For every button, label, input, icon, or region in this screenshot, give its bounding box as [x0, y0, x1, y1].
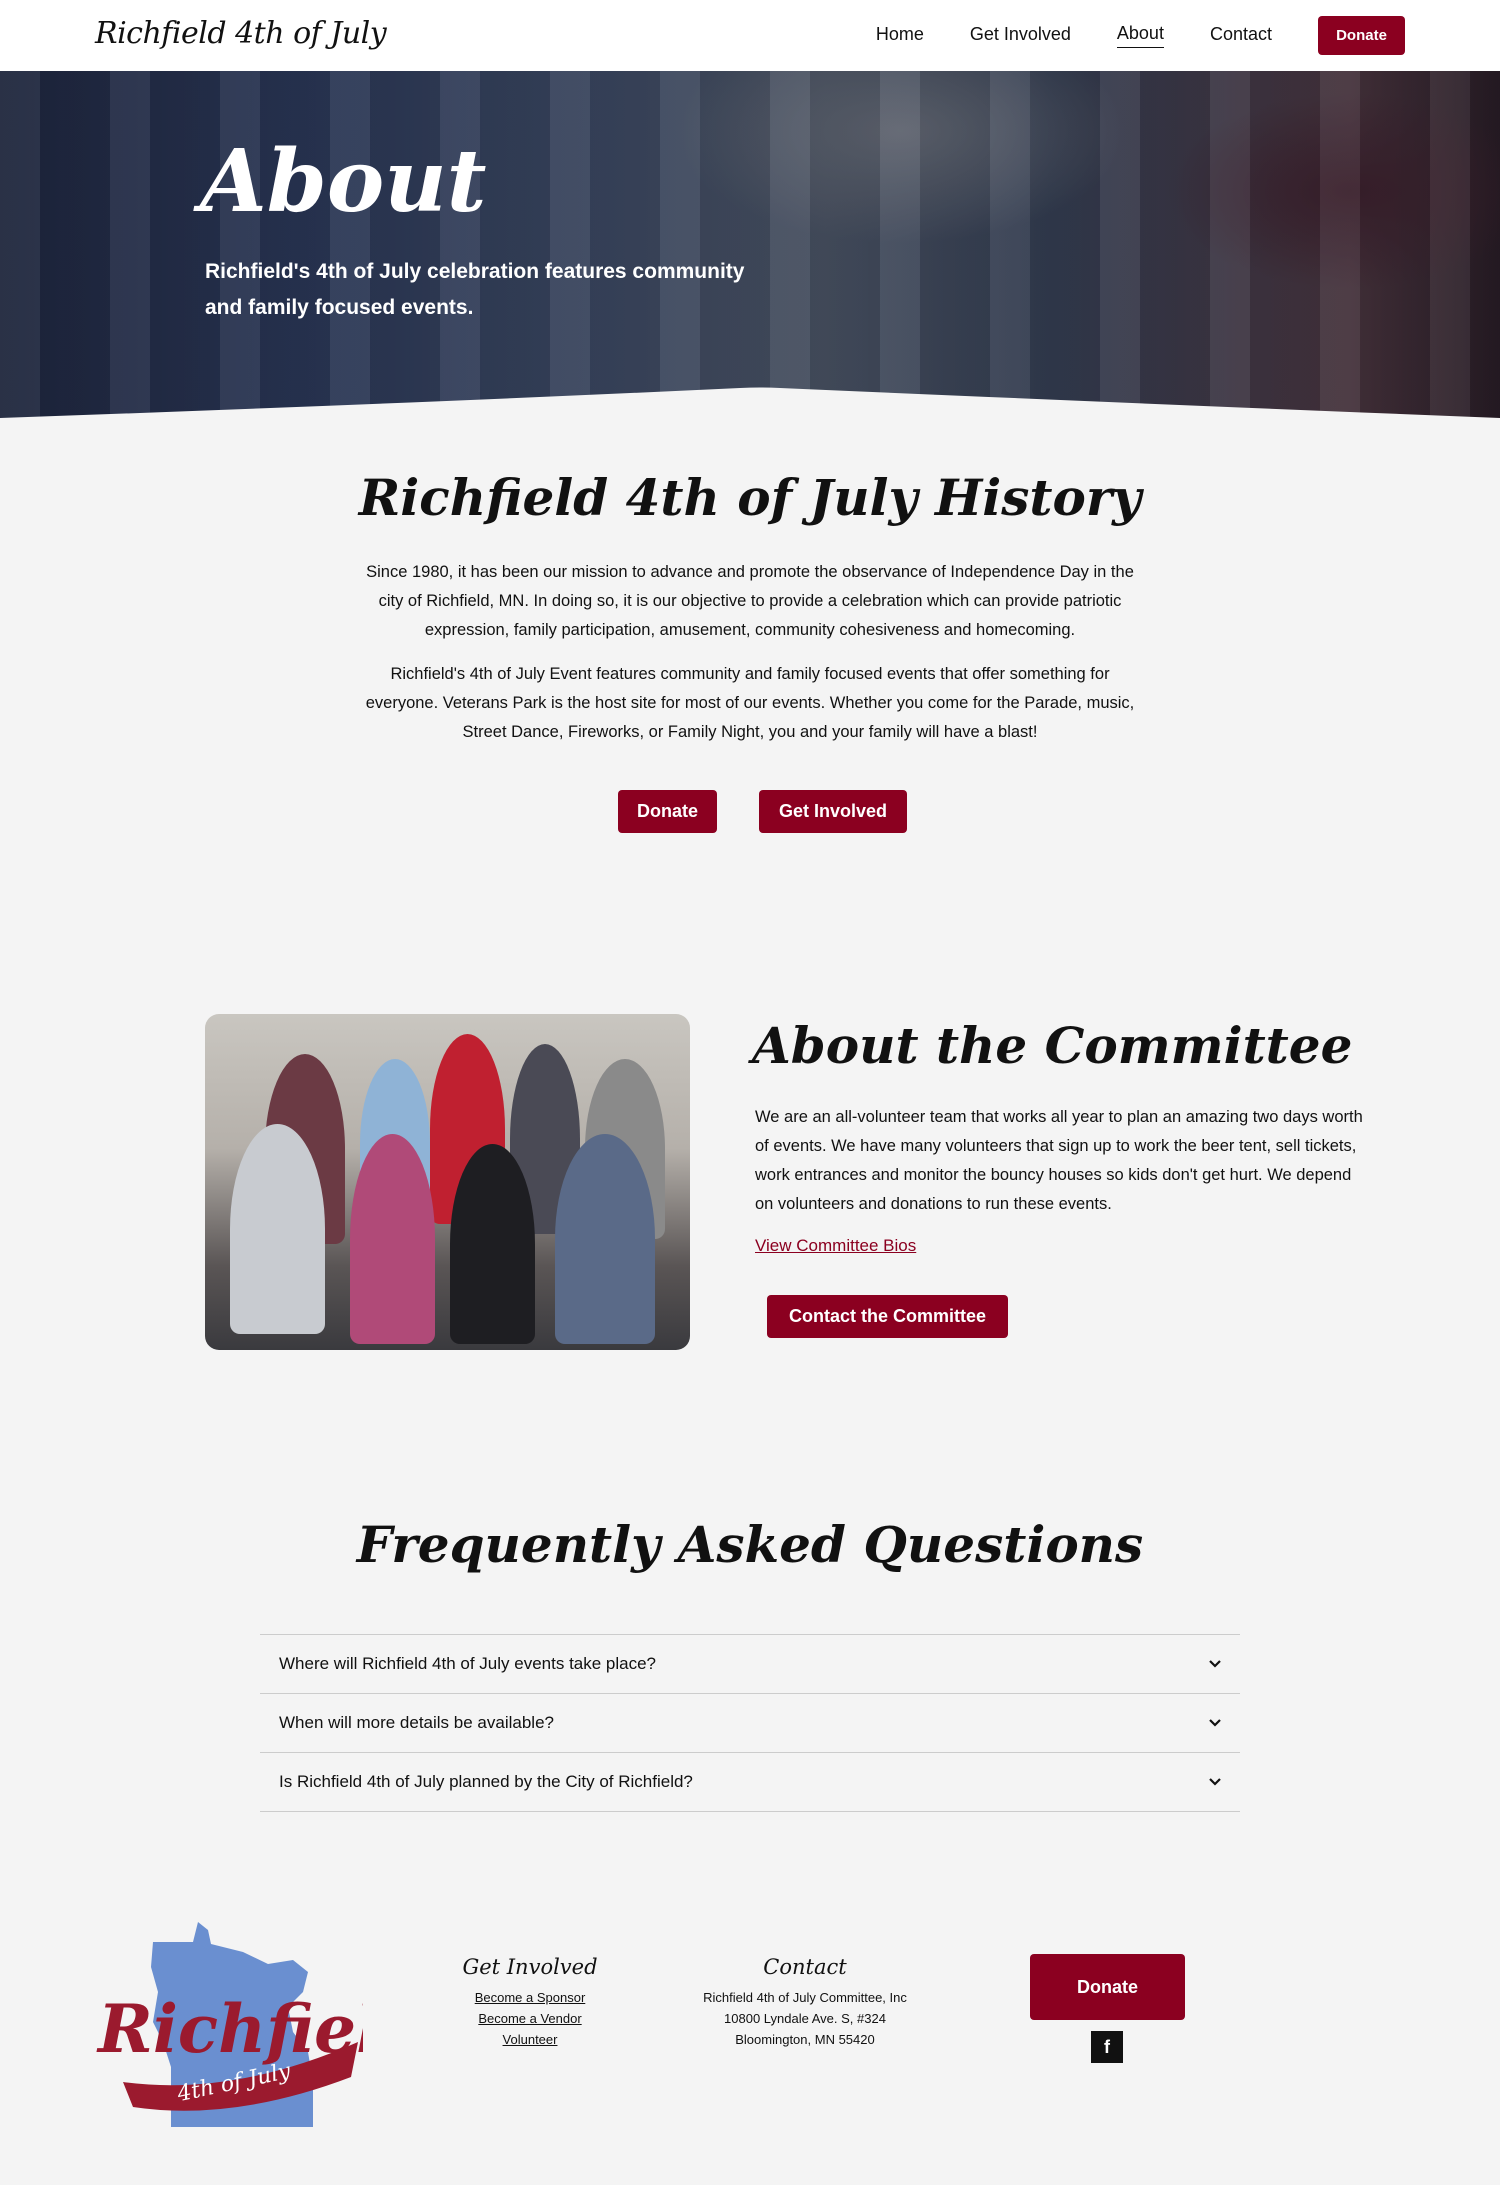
footer-become-vendor-link[interactable]: Become a Vendor — [430, 2008, 630, 2029]
footer-get-involved-title: Get Involved — [462, 1955, 598, 1979]
contact-committee-button[interactable]: Contact the Committee — [767, 1295, 1008, 1338]
faq-item[interactable]: When will more details be available? — [260, 1694, 1240, 1753]
footer-contact-line: Richfield 4th of July Committee, Inc — [703, 1990, 907, 2005]
footer-get-involved: Get Involved Become a Sponsor Become a V… — [430, 1955, 630, 2050]
brand-logo[interactable]: Richfield 4th of July — [95, 16, 387, 51]
hero-subtitle: Richfield's 4th of July celebration feat… — [205, 260, 745, 319]
facebook-icon[interactable]: f — [1091, 2031, 1123, 2063]
history-body: Since 1980, it has been our mission to a… — [360, 558, 1140, 762]
minnesota-logo[interactable]: Richfield 4th of July — [93, 1922, 363, 2130]
faq-item[interactable]: Is Richfield 4th of July planned by the … — [260, 1753, 1240, 1812]
photo-person — [230, 1124, 325, 1334]
faq-question: Where will Richfield 4th of July events … — [279, 1654, 657, 1673]
footer-volunteer-link[interactable]: Volunteer — [430, 2029, 630, 2050]
history-title: Richfield 4th of July History — [358, 468, 1142, 527]
footer-donate-button[interactable]: Donate — [1030, 1954, 1185, 2020]
faq-question: Is Richfield 4th of July planned by the … — [279, 1772, 693, 1791]
photo-person — [450, 1144, 535, 1344]
photo-person — [555, 1134, 655, 1344]
nav-contact[interactable]: Contact — [1210, 24, 1272, 48]
hero-wave-divider — [0, 387, 1500, 424]
footer-contact-line: Bloomington, MN 55420 — [735, 2032, 875, 2047]
chevron-down-icon — [1209, 1719, 1221, 1727]
footer-contact: Contact Richfield 4th of July Committee,… — [680, 1955, 930, 2050]
committee-title: About the Committee — [752, 1016, 1353, 1075]
chevron-down-icon — [1209, 1660, 1221, 1668]
nav-donate-button[interactable]: Donate — [1318, 16, 1405, 55]
chevron-down-icon — [1209, 1778, 1221, 1786]
history-donate-button[interactable]: Donate — [618, 790, 717, 833]
committee-photo — [205, 1014, 690, 1350]
nav-home[interactable]: Home — [876, 24, 924, 48]
view-committee-bios-link[interactable]: View Committee Bios — [755, 1236, 916, 1256]
footer-contact-line: 10800 Lyndale Ave. S, #324 — [724, 2011, 886, 2026]
committee-body: We are an all-volunteer team that works … — [755, 1108, 1363, 1213]
hero-background-image — [0, 71, 1500, 421]
faq-item[interactable]: Where will Richfield 4th of July events … — [260, 1635, 1240, 1694]
top-nav: Richfield 4th of July Home Get Involved … — [0, 0, 1500, 71]
nav-links: Home Get Involved About Contact Donate — [876, 0, 1500, 71]
hero-title: About — [200, 131, 487, 232]
faq-list: Where will Richfield 4th of July events … — [260, 1634, 1240, 1812]
faq-title: Frequently Asked Questions — [356, 1515, 1144, 1574]
faq-question: When will more details be available? — [279, 1713, 554, 1732]
history-paragraph-2: Richfield's 4th of July Event features c… — [365, 665, 1135, 741]
hero-banner: About Richfield's 4th of July celebratio… — [0, 71, 1500, 421]
footer-become-sponsor-link[interactable]: Become a Sponsor — [430, 1987, 630, 2008]
history-paragraph-1: Since 1980, it has been our mission to a… — [366, 563, 1134, 639]
history-get-involved-button[interactable]: Get Involved — [759, 790, 907, 833]
nav-get-involved[interactable]: Get Involved — [970, 24, 1071, 48]
footer-contact-title: Contact — [763, 1955, 847, 1979]
photo-person — [350, 1134, 435, 1344]
nav-about[interactable]: About — [1116, 23, 1164, 48]
